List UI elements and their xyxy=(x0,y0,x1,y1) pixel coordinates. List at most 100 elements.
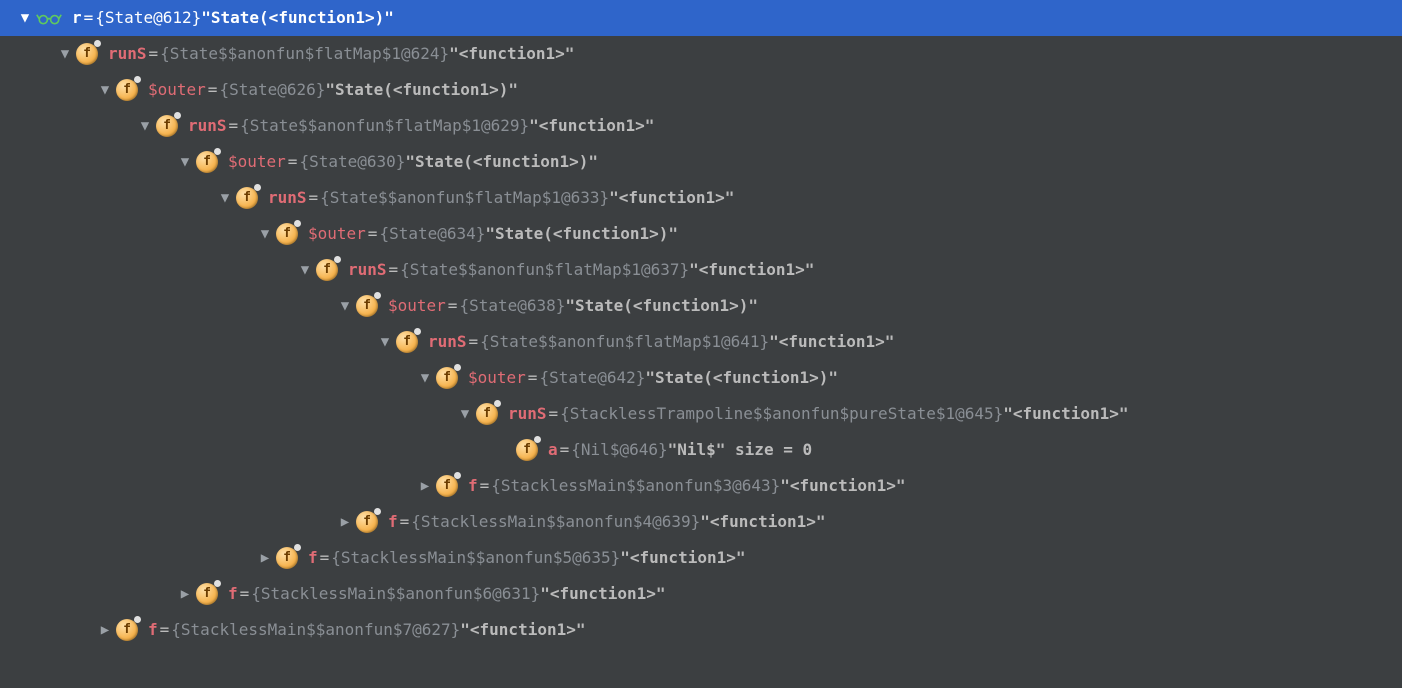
tree-row[interactable]: ▼frunS = {StacklessTrampoline$$anonfun$p… xyxy=(0,396,1402,432)
equals-sign: = xyxy=(480,468,490,504)
variable-type: {State@626} xyxy=(219,72,325,108)
variable-value: "State(<function1>)" xyxy=(405,144,598,180)
variable-value: "<function1>" xyxy=(460,612,585,648)
equals-sign: = xyxy=(560,432,570,468)
variable-name: runS xyxy=(348,252,387,288)
tree-row[interactable]: ▼r = {State@612} "State(<function1>)" xyxy=(0,0,1402,36)
expand-collapse-icon[interactable]: ▼ xyxy=(218,180,232,216)
equals-sign: = xyxy=(149,36,159,72)
variable-type: {State$$anonfun$flatMap$1@641} xyxy=(480,324,769,360)
tree-row[interactable]: ▶ff = {StacklessMain$$anonfun$5@635} "<f… xyxy=(0,540,1402,576)
equals-sign: = xyxy=(240,576,250,612)
variable-type: {StacklessMain$$anonfun$7@627} xyxy=(171,612,460,648)
variable-name: a xyxy=(548,432,558,468)
variable-type: {Nil$@646} xyxy=(571,432,667,468)
variable-type: {StacklessMain$$anonfun$4@639} xyxy=(411,504,700,540)
expand-collapse-icon[interactable]: ▶ xyxy=(258,540,272,576)
expand-collapse-icon[interactable]: ▼ xyxy=(138,108,152,144)
expand-collapse-icon[interactable]: ▶ xyxy=(338,504,352,540)
variable-name: f xyxy=(388,504,398,540)
tree-row[interactable]: fa = {Nil$@646} "Nil$" size = 0 xyxy=(0,432,1402,468)
tree-row[interactable]: ▼f$outer = {State@638} "State(<function1… xyxy=(0,288,1402,324)
expand-collapse-icon[interactable]: ▶ xyxy=(98,612,112,648)
tree-row[interactable]: ▶ff = {StacklessMain$$anonfun$7@627} "<f… xyxy=(0,612,1402,648)
tree-row[interactable]: ▶ff = {StacklessMain$$anonfun$3@643} "<f… xyxy=(0,468,1402,504)
tree-row[interactable]: ▶ff = {StacklessMain$$anonfun$4@639} "<f… xyxy=(0,504,1402,540)
field-icon: f xyxy=(356,511,378,533)
variable-name: f xyxy=(148,612,158,648)
variable-type: {State@612} xyxy=(95,0,201,36)
tree-row[interactable]: ▼frunS = {State$$anonfun$flatMap$1@629} … xyxy=(0,108,1402,144)
variable-type: {State@630} xyxy=(299,144,405,180)
equals-sign: = xyxy=(309,180,319,216)
field-icon: f xyxy=(356,295,378,317)
variable-value: "State(<function1>)" xyxy=(201,0,394,36)
variable-name: $outer xyxy=(228,144,286,180)
variable-name: $outer xyxy=(308,216,366,252)
expand-collapse-icon[interactable]: ▶ xyxy=(418,468,432,504)
field-icon: f xyxy=(76,43,98,65)
field-icon: f xyxy=(276,223,298,245)
equals-sign: = xyxy=(208,72,218,108)
equals-sign: = xyxy=(469,324,479,360)
field-icon: f xyxy=(316,259,338,281)
variable-name: $outer xyxy=(388,288,446,324)
variable-value: "<function1>" xyxy=(689,252,814,288)
expand-collapse-icon[interactable]: ▼ xyxy=(378,324,392,360)
expand-collapse-icon[interactable]: ▼ xyxy=(98,72,112,108)
variable-value: "<function1>" xyxy=(769,324,894,360)
field-icon: f xyxy=(276,547,298,569)
equals-sign: = xyxy=(528,360,538,396)
variable-name: runS xyxy=(508,396,547,432)
expand-collapse-icon[interactable]: ▼ xyxy=(178,144,192,180)
variable-value: "<function1>" xyxy=(1003,396,1128,432)
field-icon: f xyxy=(116,79,138,101)
variable-type: {StacklessTrampoline$$anonfun$pureState$… xyxy=(560,396,1003,432)
variable-name: runS xyxy=(268,180,307,216)
tree-row[interactable]: ▼frunS = {State$$anonfun$flatMap$1@637} … xyxy=(0,252,1402,288)
variable-type: {StacklessMain$$anonfun$5@635} xyxy=(331,540,620,576)
expand-collapse-icon[interactable]: ▼ xyxy=(258,216,272,252)
debugger-variables-tree: ▼r = {State@612} "State(<function1>)"▼fr… xyxy=(0,0,1402,648)
expand-collapse-icon[interactable]: ▼ xyxy=(418,360,432,396)
expand-collapse-icon[interactable]: ▼ xyxy=(458,396,472,432)
expand-collapse-icon[interactable]: ▼ xyxy=(298,252,312,288)
field-icon: f xyxy=(196,151,218,173)
expand-collapse-icon[interactable]: ▼ xyxy=(58,36,72,72)
variable-type: {State$$anonfun$flatMap$1@633} xyxy=(320,180,609,216)
tree-row[interactable]: ▼f $outer = {State@630} "State(<function1… xyxy=(0,144,1402,180)
variable-name: runS xyxy=(108,36,147,72)
variable-value: "<function1>" xyxy=(609,180,734,216)
field-icon: f xyxy=(196,583,218,605)
variable-type: {StacklessMain$$anonfun$6@631} xyxy=(251,576,540,612)
variable-type: {State@642} xyxy=(539,360,645,396)
variable-name: $outer xyxy=(468,360,526,396)
tree-row[interactable]: ▼f$outer = {State@626} "State(<function1… xyxy=(0,72,1402,108)
field-icon: f xyxy=(236,187,258,209)
equals-sign: = xyxy=(389,252,399,288)
field-icon: f xyxy=(396,331,418,353)
tree-row[interactable]: ▼f$outer = {State@642} "State(<function1… xyxy=(0,360,1402,396)
watch-icon xyxy=(36,7,62,29)
equals-sign: = xyxy=(160,612,170,648)
tree-row[interactable]: ▼frunS = {State$$anonfun$flatMap$1@641} … xyxy=(0,324,1402,360)
variable-name: f xyxy=(228,576,238,612)
equals-sign: = xyxy=(288,144,298,180)
field-icon: f xyxy=(516,439,538,461)
equals-sign: = xyxy=(400,504,410,540)
variable-value: "State(<function1>)" xyxy=(485,216,678,252)
variable-value: "<function1>" xyxy=(540,576,665,612)
variable-type: {State$$anonfun$flatMap$1@624} xyxy=(160,36,449,72)
variable-value: "<function1>" xyxy=(780,468,905,504)
expand-collapse-icon[interactable]: ▼ xyxy=(18,0,32,36)
expand-collapse-icon[interactable]: ▼ xyxy=(338,288,352,324)
tree-row[interactable]: ▼f$outer = {State@634} "State(<function1… xyxy=(0,216,1402,252)
tree-row[interactable]: ▶ff = {StacklessMain$$anonfun$6@631} "<f… xyxy=(0,576,1402,612)
variable-name: $outer xyxy=(148,72,206,108)
expand-collapse-icon[interactable]: ▶ xyxy=(178,576,192,612)
tree-row[interactable]: ▼frunS = {State$$anonfun$flatMap$1@633} … xyxy=(0,180,1402,216)
equals-sign: = xyxy=(549,396,559,432)
variable-name: f xyxy=(468,468,478,504)
variable-name: f xyxy=(308,540,318,576)
tree-row[interactable]: ▼frunS = {State$$anonfun$flatMap$1@624} … xyxy=(0,36,1402,72)
